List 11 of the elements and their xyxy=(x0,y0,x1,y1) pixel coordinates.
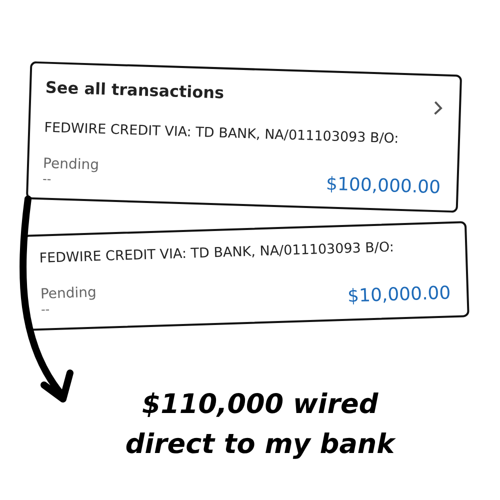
transaction-description: FEDWIRE CREDIT VIA: TD BANK, NA/011103093 B/O: xyxy=(39,238,396,266)
amount-text: $100,000.00 xyxy=(326,174,441,198)
date-text: -- xyxy=(42,172,52,188)
see-all-link[interactable]: See all transactions xyxy=(45,78,224,102)
amount-text: $10,000.00 xyxy=(347,282,451,307)
caption-text: $110,000 wired direct to my bank xyxy=(124,388,397,462)
status-label: Pending xyxy=(42,156,100,174)
chevron-right-icon[interactable] xyxy=(432,100,444,116)
transaction-description: FEDWIRE CREDIT VIA: TD BANK, NA/011103093 B/O: xyxy=(44,120,400,148)
status-label: Pending xyxy=(40,284,97,302)
date-text: -- xyxy=(40,301,51,316)
